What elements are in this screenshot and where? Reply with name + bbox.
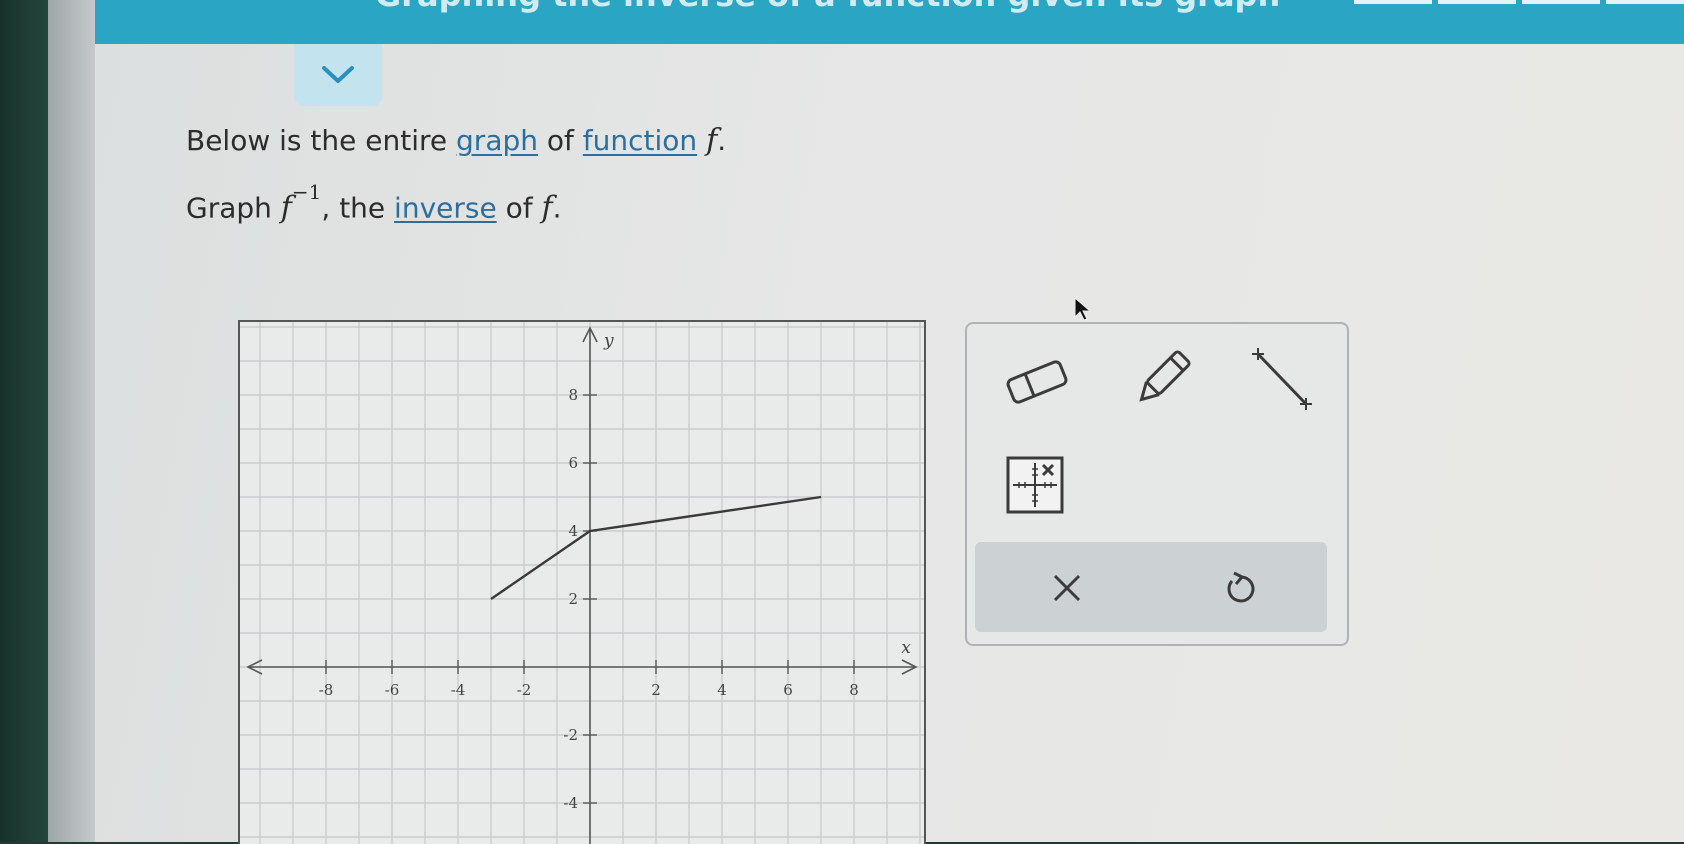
prompt-text: , the [321, 191, 395, 225]
line-segment-icon [1252, 348, 1312, 410]
page-title: Graphing the inverse of a function given… [375, 0, 1280, 14]
action-bar [975, 542, 1327, 632]
function-variable: f [706, 123, 718, 158]
no-solution-grid-icon [1006, 456, 1064, 514]
inverse-exponent: −1 [291, 180, 322, 204]
x-tick-label: -8 [319, 681, 334, 699]
x-tick-label: 4 [717, 681, 727, 699]
x-tick-label: 6 [783, 681, 793, 699]
no-solution-tool[interactable] [1002, 452, 1068, 518]
function-link[interactable]: function [583, 124, 697, 157]
function-variable: f [541, 190, 553, 226]
mouse-pointer [1074, 296, 1092, 325]
line-segment-tool[interactable] [1247, 348, 1317, 412]
graph-link[interactable]: graph [456, 124, 538, 157]
prompt-text: of [538, 124, 583, 157]
coordinate-plane[interactable]: -8 -6 -4 -2 2 4 6 8 8 6 4 2 -2 -4 x y [240, 322, 924, 844]
prompt-text: . [552, 191, 562, 225]
inverse-link[interactable]: inverse [394, 191, 497, 224]
y-tick-label: 2 [568, 590, 578, 608]
prompt-line-1: Below is the entire graph of function f. [186, 123, 726, 158]
screen-edge [48, 0, 100, 842]
x-tick-label: -6 [385, 681, 400, 699]
pencil-tool[interactable] [1127, 346, 1197, 412]
y-tick-label: 6 [568, 454, 578, 472]
eraser-icon [1006, 360, 1068, 404]
y-tick-label: 4 [568, 522, 578, 540]
prompt-text: Below is the entire [186, 124, 457, 157]
function-variable: f [280, 190, 292, 226]
x-tick-label: -2 [517, 681, 532, 699]
header-tab[interactable] [1438, 0, 1516, 4]
x-axis-label: x [901, 638, 911, 658]
graph-canvas[interactable]: -8 -6 -4 -2 2 4 6 8 8 6 4 2 -2 -4 x y [238, 320, 926, 844]
header-tab[interactable] [1354, 0, 1432, 4]
y-axis-label: y [603, 331, 614, 351]
x-tick-label: -4 [451, 681, 466, 699]
prompt-text: Graph [186, 191, 281, 225]
cursor-icon [1074, 296, 1092, 321]
prompt-line-2: Graph f−1, the inverse of f. [186, 180, 562, 226]
collapse-toggle[interactable] [294, 44, 382, 106]
header-tab[interactable] [1522, 0, 1600, 4]
pencil-icon [1139, 350, 1191, 402]
header-bar: Graphing the inverse of a function given… [95, 0, 1684, 44]
y-tick-label: 8 [568, 386, 578, 404]
prompt-text: . [717, 124, 727, 157]
graph-tools-panel [965, 322, 1349, 646]
prompt-text: of [496, 191, 542, 225]
undo-button[interactable] [1213, 560, 1269, 616]
y-tick-label: -2 [563, 726, 578, 744]
eraser-tool[interactable] [1002, 352, 1072, 412]
x-tick-label: 2 [651, 681, 661, 699]
undo-icon [1227, 571, 1255, 603]
y-tick-label: -4 [563, 794, 578, 812]
clear-button[interactable] [1039, 560, 1095, 616]
x-tick-label: 8 [849, 681, 859, 699]
header-tab[interactable] [1606, 0, 1684, 4]
monitor-bezel [0, 0, 48, 842]
header-tabs [1354, 0, 1684, 6]
chevron-down-icon [322, 66, 354, 83]
close-icon [1053, 574, 1081, 602]
